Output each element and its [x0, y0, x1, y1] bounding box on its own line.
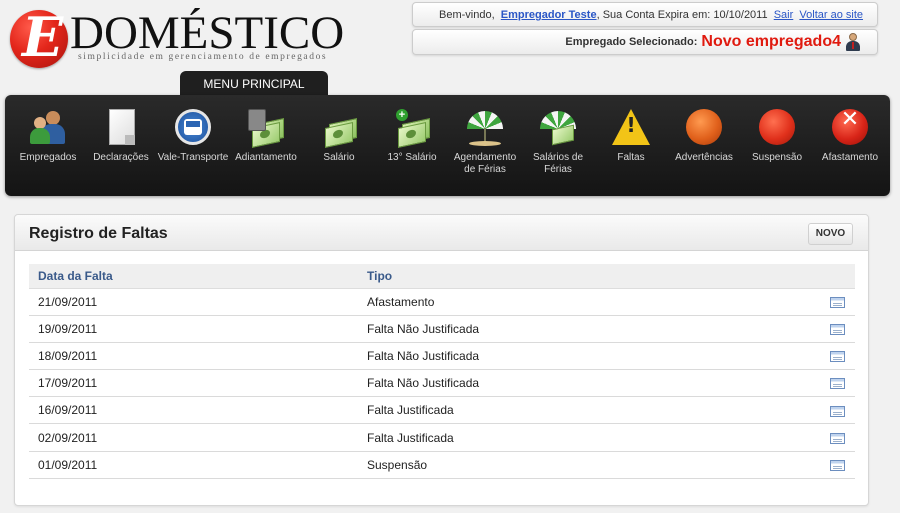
table-row: 16/09/2011 Falta Justificada — [29, 396, 855, 425]
user-icon — [845, 33, 861, 51]
menu-item-label: Suspensão — [751, 152, 803, 163]
menu-item-label: Adiantamento — [235, 152, 297, 163]
orange-ball-icon — [684, 109, 724, 147]
back-to-site-link[interactable]: Voltar ao site — [799, 9, 863, 21]
expires-text: , Sua Conta Expira em: 10/10/2011 — [596, 9, 768, 21]
cell-date: 02/09/2011 — [29, 423, 358, 452]
cell-type: Falta Justificada — [358, 396, 815, 425]
cell-type: Falta Justificada — [358, 423, 815, 452]
menu-item-declaracoes[interactable]: Declarações — [83, 109, 159, 164]
column-header-type[interactable]: Tipo — [358, 264, 815, 289]
selected-employee-name[interactable]: Novo empregado4 — [701, 33, 841, 51]
selected-employee-label: Empregado Selecionado: — [565, 36, 698, 48]
absence-table: Data da Falta Tipo 21/09/2011 Afastament… — [29, 264, 855, 479]
absence-panel: Registro de Faltas NOVO Data da Falta Ti… — [14, 214, 869, 506]
bus-icon — [173, 109, 213, 147]
menu-item-afastamento[interactable]: ✕ Afastamento — [812, 109, 888, 164]
cell-type: Suspensão — [358, 451, 815, 479]
cell-date: 17/09/2011 — [29, 369, 358, 398]
cell-date: 01/09/2011 — [29, 451, 358, 479]
menu-title: MENU PRINCIPAL — [180, 71, 328, 98]
red-ball-icon — [757, 109, 797, 147]
logo-name: DOMÉSTICO — [70, 7, 345, 59]
menu-item-adiantamento[interactable]: Adiantamento — [228, 109, 304, 164]
menu-item-vale-transporte[interactable]: Vale-Transporte — [155, 109, 231, 164]
menu-item-label: Agendamento de Férias — [453, 152, 517, 175]
table-row: 19/09/2011 Falta Não Justificada — [29, 315, 855, 343]
calculator-money-icon — [246, 109, 286, 148]
menu-item-13-salario[interactable]: + 13° Salário — [374, 109, 450, 164]
main-menu: Empregados Declarações Vale-Transporte A… — [5, 95, 890, 196]
table-row: 21/09/2011 Afastamento — [29, 288, 855, 316]
panel-header: Registro de Faltas NOVO — [15, 215, 868, 251]
menu-item-advertencias[interactable]: Advertências — [666, 109, 742, 164]
cell-date: 19/09/2011 — [29, 315, 358, 343]
menu-item-salarios-ferias[interactable]: Salários de Férias — [520, 109, 596, 176]
document-icon — [101, 109, 141, 147]
menu-item-label: Declarações — [93, 152, 149, 163]
menu-item-label: Salários de Férias — [532, 152, 584, 175]
selected-employee-bar: Empregado Selecionado: Novo empregado4 — [412, 29, 878, 55]
menu-item-label: Afastamento — [821, 152, 879, 163]
cell-type: Falta Não Justificada — [358, 342, 815, 371]
site-logo[interactable]: E DOMÉSTICO simplicidade em gerenciament… — [8, 5, 344, 70]
page-title: Registro de Faltas — [29, 225, 168, 242]
close-circle-icon: ✕ — [830, 109, 870, 147]
menu-item-faltas[interactable]: ! Faltas — [593, 109, 669, 164]
umbrella-icon — [465, 109, 505, 147]
account-bar: Bem-vindo, Empregador Teste, Sua Conta E… — [412, 2, 878, 27]
cell-type: Afastamento — [358, 288, 815, 316]
umbrella-money-icon — [538, 109, 578, 147]
edit-icon[interactable] — [830, 460, 845, 472]
menu-item-label: Vale-Transporte — [157, 152, 229, 163]
money-plus-icon: + — [392, 109, 432, 148]
menu-item-label: Advertências — [675, 152, 733, 163]
cell-date: 16/09/2011 — [29, 396, 358, 425]
warning-icon: ! — [611, 109, 651, 147]
logo-tagline: simplicidade em gerenciamento de emprega… — [78, 52, 328, 62]
menu-item-empregados[interactable]: Empregados — [10, 109, 86, 164]
table-row: 02/09/2011 Falta Justificada — [29, 423, 855, 452]
column-header-actions — [815, 264, 855, 289]
edit-icon[interactable] — [830, 351, 845, 363]
cell-type: Falta Não Justificada — [358, 315, 815, 343]
logout-link[interactable]: Sair — [774, 9, 794, 21]
table-row: 18/09/2011 Falta Não Justificada — [29, 342, 855, 371]
menu-item-label: Salário — [323, 152, 355, 163]
cell-type: Falta Não Justificada — [358, 369, 815, 398]
cell-date: 18/09/2011 — [29, 342, 358, 371]
logo-letter: E — [22, 5, 64, 69]
edit-icon[interactable] — [830, 405, 845, 417]
welcome-text: Bem-vindo, — [439, 9, 495, 21]
user-link[interactable]: Empregador Teste — [501, 9, 597, 21]
edit-icon[interactable] — [830, 378, 845, 390]
money-icon — [319, 109, 359, 148]
menu-item-suspensao[interactable]: Suspensão — [739, 109, 815, 164]
menu-item-label: Faltas — [617, 152, 645, 163]
menu-item-label: Empregados — [19, 152, 77, 163]
menu-item-agendamento-ferias[interactable]: Agendamento de Férias — [447, 109, 523, 176]
new-button[interactable]: NOVO — [808, 223, 853, 245]
menu-item-label: 13° Salário — [387, 152, 437, 163]
table-header-row: Data da Falta Tipo — [29, 264, 855, 289]
column-header-date[interactable]: Data da Falta — [29, 264, 358, 289]
employees-icon — [28, 109, 68, 147]
edit-icon[interactable] — [830, 432, 845, 444]
menu-item-salario[interactable]: Salário — [301, 109, 377, 164]
edit-icon[interactable] — [830, 296, 845, 308]
table-row: 17/09/2011 Falta Não Justificada — [29, 369, 855, 398]
edit-icon[interactable] — [830, 324, 845, 336]
cell-date: 21/09/2011 — [29, 288, 358, 316]
table-row: 01/09/2011 Suspensão — [29, 451, 855, 479]
